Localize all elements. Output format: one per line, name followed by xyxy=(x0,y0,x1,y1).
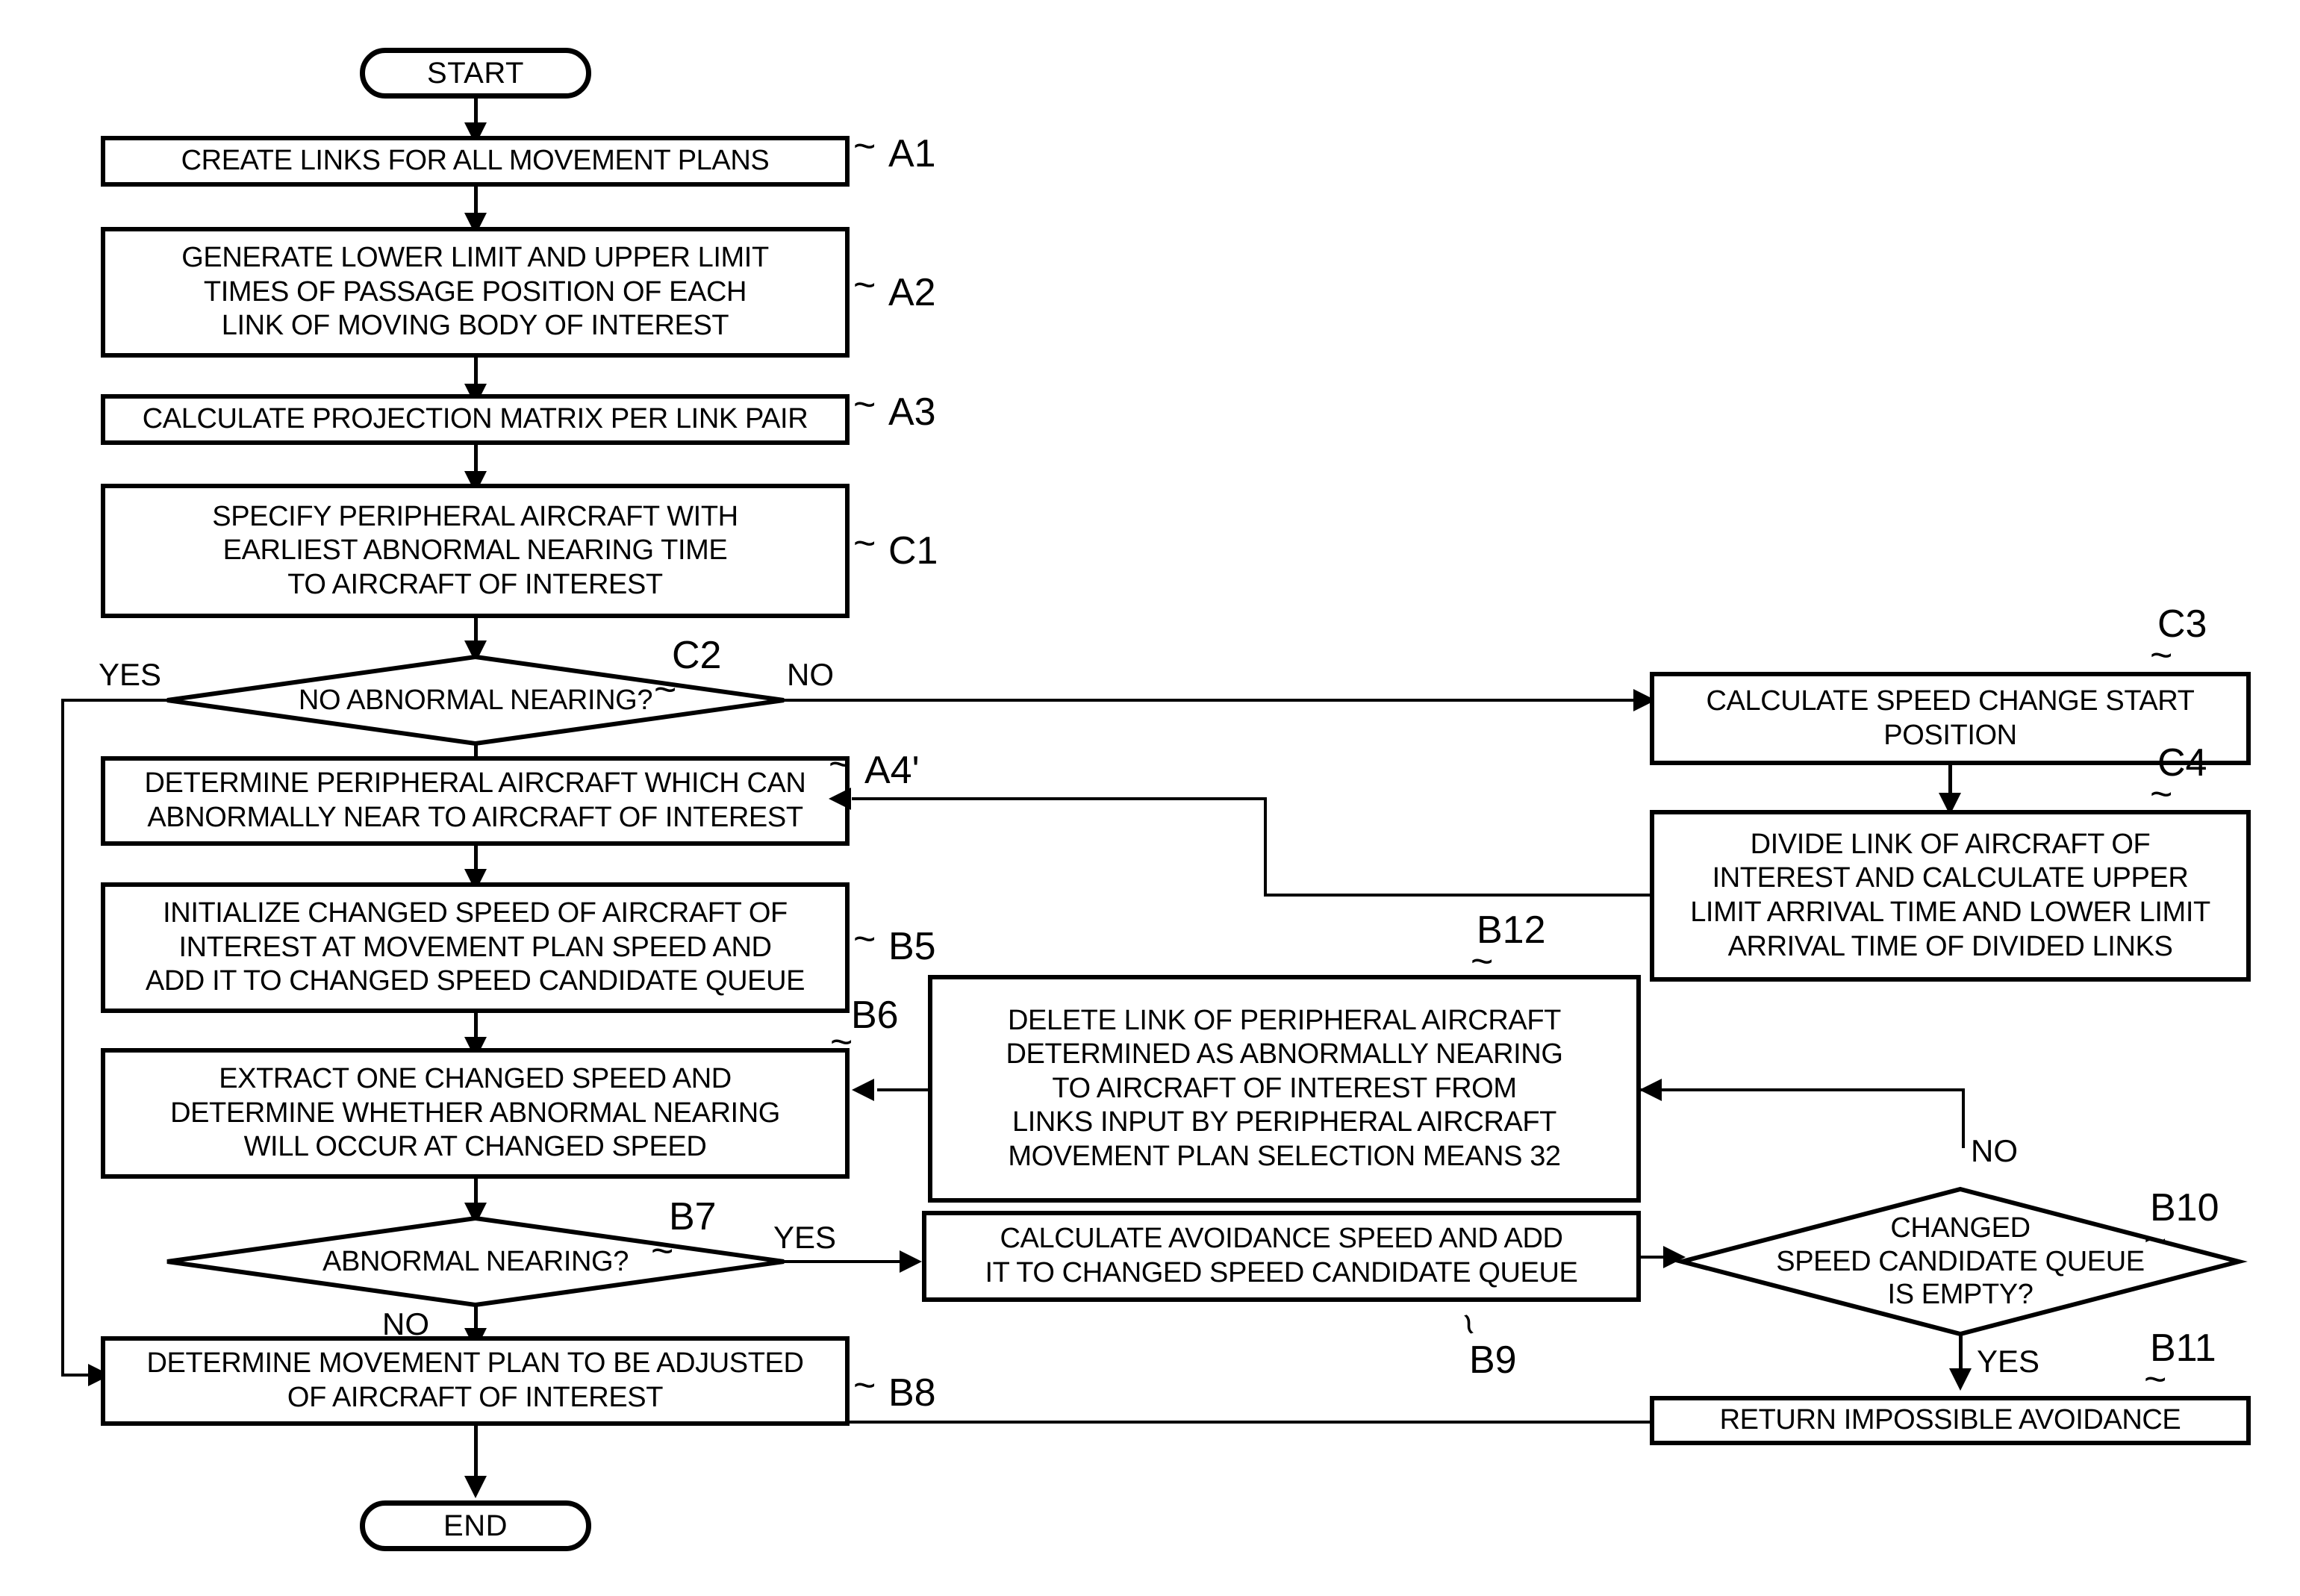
process-b12-line-1: DELETE LINK OF PERIPHERAL AIRCRAFT xyxy=(1008,1004,1561,1036)
process-c1-line-1: SPECIFY PERIPHERAL AIRCRAFT WITH xyxy=(212,500,738,532)
ref-label-a4-prime: A4' xyxy=(864,749,920,792)
arrowhead-b10-yes-to-b11 xyxy=(1949,1368,1972,1391)
process-b5-line-1: INITIALIZE CHANGED SPEED OF AIRCRAFT OF xyxy=(163,897,788,929)
ref-tilde-a4-prime: ~ xyxy=(829,743,852,786)
process-b12-line-2: DETERMINED AS ABNORMALLY NEARING xyxy=(1006,1038,1563,1070)
process-a4-prime-line-2: ABNORMALLY NEAR TO AIRCRAFT OF INTEREST xyxy=(147,802,803,833)
ref-label-b11: B11 xyxy=(2150,1327,2216,1370)
ref-label-b6: B6 xyxy=(851,994,899,1037)
process-a3: CALCULATE PROJECTION MATRIX PER LINK PAI… xyxy=(101,394,850,445)
process-a4-prime-line-1: DETERMINE PERIPHERAL AIRCRAFT WHICH CAN xyxy=(144,767,806,799)
flowchart-canvas: START CREATE LINKS FOR ALL MOVEMENT PLAN… xyxy=(0,0,2300,1596)
process-b11-label: RETURN IMPOSSIBLE AVOIDANCE xyxy=(1719,1404,2181,1436)
ref-label-a3: A3 xyxy=(888,390,936,434)
ref-label-a1: A1 xyxy=(888,132,936,175)
arrowhead-b12-to-b6 xyxy=(852,1079,874,1101)
arrowhead-b8-to-end xyxy=(464,1476,487,1498)
decision-b10-line-2: SPEED CANDIDATE QUEUE xyxy=(1776,1245,2145,1277)
ref-tilde-b6: ~ xyxy=(830,1020,853,1064)
process-a4-prime: DETERMINE PERIPHERAL AIRCRAFT WHICH CAN … xyxy=(101,756,850,846)
terminal-start: START xyxy=(360,48,591,99)
terminal-end-label: END xyxy=(443,1509,508,1542)
process-b9-line-1: CALCULATE AVOIDANCE SPEED AND ADD xyxy=(1000,1223,1563,1255)
process-b6-line-3: WILL OCCUR AT CHANGED SPEED xyxy=(243,1131,707,1163)
edge-c4-to-a4p-seg2 xyxy=(1264,797,1267,897)
edge-b10-no-vertical xyxy=(1962,1088,1965,1148)
edge-b12-to-b6 xyxy=(877,1088,929,1091)
edge-c4-to-a4p-seg3 xyxy=(852,797,1267,800)
edge-c2-no-horizontal xyxy=(784,699,1652,702)
ref-label-c3: C3 xyxy=(2157,602,2207,646)
process-c3-line-1: CALCULATE SPEED CHANGE START xyxy=(1706,685,2195,717)
process-c3-line-2: POSITION xyxy=(1883,719,2017,751)
ref-tilde-b8: ~ xyxy=(853,1364,876,1407)
edge-label-b7-yes: YES xyxy=(773,1220,837,1255)
decision-b10-line-1: CHANGED xyxy=(1890,1212,2031,1244)
ref-label-c1: C1 xyxy=(888,529,938,573)
ref-label-b9: B9 xyxy=(1469,1338,1517,1382)
process-c4-line-1: DIVIDE LINK OF AIRCRAFT OF xyxy=(1750,828,2151,860)
edge-label-b10-no: NO xyxy=(1971,1133,2018,1168)
process-a3-label: CALCULATE PROJECTION MATRIX PER LINK PAI… xyxy=(142,403,808,435)
process-b8-line-2: OF AIRCRAFT OF INTEREST xyxy=(287,1382,664,1413)
arrowhead-b10-no-to-b12 xyxy=(1639,1079,1662,1101)
ref-label-c2: C2 xyxy=(672,634,722,677)
process-a2-line-1: GENERATE LOWER LIMIT AND UPPER LIMIT xyxy=(181,242,769,274)
process-b12-line-3: TO AIRCRAFT OF INTEREST FROM xyxy=(1052,1072,1517,1104)
edge-label-c2-yes: YES xyxy=(99,657,162,692)
process-a2: GENERATE LOWER LIMIT AND UPPER LIMIT TIM… xyxy=(101,227,850,358)
ref-label-b5: B5 xyxy=(888,925,936,968)
process-c4-line-2: INTEREST AND CALCULATE UPPER xyxy=(1712,862,2189,894)
edge-b7-yes-horizontal xyxy=(784,1260,917,1263)
ref-label-a2: A2 xyxy=(888,271,936,314)
process-a2-line-2: TIMES OF PASSAGE POSITION OF EACH xyxy=(203,275,747,308)
ref-label-c4: C4 xyxy=(2157,741,2207,785)
arrowhead-c4-to-a4p xyxy=(829,788,851,810)
edge-label-c2-no: NO xyxy=(787,657,834,692)
ref-label-b10: B10 xyxy=(2150,1186,2219,1229)
edge-c4-to-a4p-seg1 xyxy=(1264,894,1651,897)
process-b12-line-5: MOVEMENT PLAN SELECTION MEANS 32 xyxy=(1008,1140,1561,1172)
edge-c2-yes-vertical xyxy=(61,699,64,1377)
ref-tilde-a2: ~ xyxy=(853,264,876,307)
edge-c2-yes-horizontal xyxy=(61,699,169,702)
ref-tilde-a3: ~ xyxy=(853,383,876,426)
arrowhead-b7-yes-to-b9 xyxy=(900,1250,922,1273)
process-b9-line-2: IT TO CHANGED SPEED CANDIDATE QUEUE xyxy=(985,1257,1578,1288)
process-c1-line-2: EARLIEST ABNORMAL NEARING TIME xyxy=(222,534,728,567)
process-b8: DETERMINE MOVEMENT PLAN TO BE ADJUSTED O… xyxy=(101,1336,850,1426)
process-b6-line-1: EXTRACT ONE CHANGED SPEED AND xyxy=(219,1063,732,1095)
process-c1: SPECIFY PERIPHERAL AIRCRAFT WITH EARLIES… xyxy=(101,484,850,618)
process-b6: EXTRACT ONE CHANGED SPEED AND DETERMINE … xyxy=(101,1048,850,1179)
process-b12: DELETE LINK OF PERIPHERAL AIRCRAFT DETER… xyxy=(928,975,1641,1203)
ref-label-b7: B7 xyxy=(669,1195,717,1238)
ref-tilde-a1: ~ xyxy=(853,125,876,168)
ref-label-b12: B12 xyxy=(1477,908,1546,952)
terminal-start-label: START xyxy=(427,56,524,90)
process-c4: DIVIDE LINK OF AIRCRAFT OF INTEREST AND … xyxy=(1650,810,2251,982)
decision-b10-line-3: IS EMPTY? xyxy=(1887,1279,2033,1311)
process-b9: CALCULATE AVOIDANCE SPEED AND ADD IT TO … xyxy=(922,1211,1641,1302)
process-c4-line-3: LIMIT ARRIVAL TIME AND LOWER LIMIT xyxy=(1690,897,2210,928)
process-c4-line-4: ARRIVAL TIME OF DIVIDED LINKS xyxy=(1727,930,2173,962)
terminal-end: END xyxy=(360,1500,591,1551)
process-b11: RETURN IMPOSSIBLE AVOIDANCE xyxy=(1650,1396,2251,1445)
process-a2-line-3: LINK OF MOVING BODY OF INTEREST xyxy=(221,310,729,342)
edge-b10-no-to-b12 xyxy=(1641,1088,1963,1091)
ref-tilde-c1: ~ xyxy=(853,522,876,565)
process-b5: INITIALIZE CHANGED SPEED OF AIRCRAFT OF … xyxy=(101,882,850,1013)
edge-label-b10-yes: YES xyxy=(1977,1344,2040,1379)
process-b5-line-2: INTEREST AT MOVEMENT PLAN SPEED AND xyxy=(178,931,772,963)
process-c1-line-3: TO AIRCRAFT OF INTEREST xyxy=(287,568,663,600)
process-b6-line-2: DETERMINE WHETHER ABNORMAL NEARING xyxy=(170,1097,780,1129)
process-b8-line-1: DETERMINE MOVEMENT PLAN TO BE ADJUSTED xyxy=(146,1347,804,1380)
process-a1: CREATE LINKS FOR ALL MOVEMENT PLANS xyxy=(101,136,850,187)
ref-tilde-b9: ~ xyxy=(1444,1306,1493,1342)
process-b5-line-3: ADD IT TO CHANGED SPEED CANDIDATE QUEUE xyxy=(145,965,805,997)
ref-label-b8: B8 xyxy=(888,1371,936,1415)
ref-tilde-b5: ~ xyxy=(853,917,876,961)
process-b12-line-4: LINKS INPUT BY PERIPHERAL AIRCRAFT xyxy=(1012,1106,1556,1138)
process-a1-label: CREATE LINKS FOR ALL MOVEMENT PLANS xyxy=(181,145,770,177)
